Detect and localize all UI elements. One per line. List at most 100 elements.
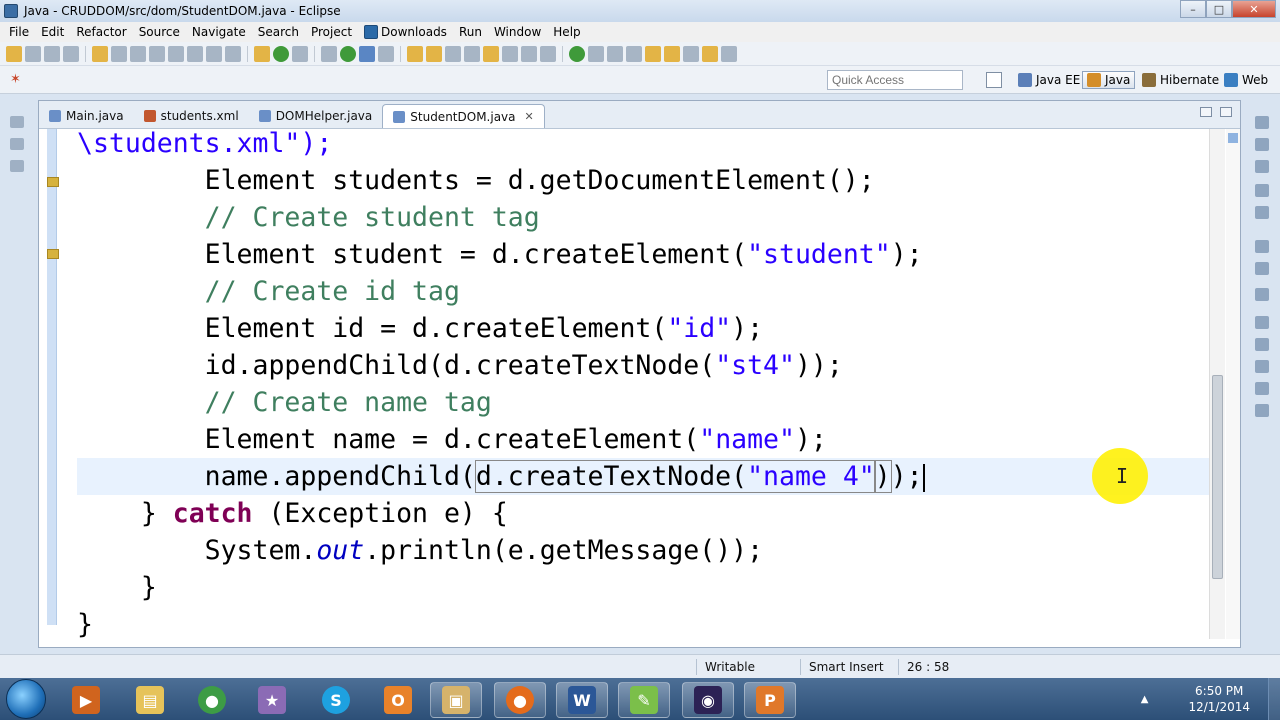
open-perspective-icon[interactable] <box>986 72 1002 88</box>
code-editor[interactable]: \students.xml"); Element students = d.ge… <box>77 129 1209 641</box>
gear-icon[interactable] <box>588 45 604 62</box>
hierarchy-icon[interactable] <box>10 160 24 172</box>
debug-icon[interactable] <box>321 45 337 62</box>
refresh-icon[interactable] <box>273 45 289 62</box>
taskbar-pdf[interactable]: P <box>744 682 796 718</box>
back-icon[interactable] <box>702 45 718 62</box>
pilcrow-icon[interactable] <box>540 45 556 62</box>
menu-edit[interactable]: Edit <box>35 25 70 39</box>
console-icon[interactable] <box>1255 382 1269 395</box>
maximize-button[interactable]: □ <box>1206 0 1232 18</box>
scrollbar-thumb[interactable] <box>1212 375 1223 579</box>
open-type-icon[interactable] <box>254 45 270 62</box>
menu-project[interactable]: Project <box>305 25 358 39</box>
menu-file[interactable]: File <box>3 25 35 39</box>
save-all-icon[interactable] <box>44 45 60 62</box>
tab-students-xml[interactable]: students.xml <box>134 104 249 128</box>
clock[interactable]: 6:50 PM 12/1/2014 <box>1188 683 1250 715</box>
task-list-icon[interactable] <box>1255 160 1269 173</box>
external-tools-icon[interactable] <box>378 45 394 62</box>
menu-downloads[interactable]: Downloads <box>358 25 453 39</box>
quick-access-input[interactable] <box>827 70 963 90</box>
minimize-button[interactable]: – <box>1180 0 1206 18</box>
pin-icon[interactable] <box>292 45 308 62</box>
outline-icon[interactable] <box>1255 138 1269 151</box>
step-over-icon[interactable] <box>206 45 222 62</box>
restore-icon[interactable] <box>1255 116 1269 129</box>
open-folder-icon[interactable] <box>407 45 423 62</box>
taskbar-notepad-plus[interactable]: ✎ <box>618 682 670 718</box>
new-java-class-icon[interactable] <box>426 45 442 62</box>
warning-marker-icon[interactable] <box>47 177 59 187</box>
close-button[interactable]: ✕ <box>1232 0 1276 18</box>
perspective-hibernate[interactable]: Hibernate <box>1138 71 1223 89</box>
package-explorer-icon[interactable] <box>10 138 24 150</box>
menu-navigate[interactable]: Navigate <box>186 25 252 39</box>
warning-marker-icon[interactable] <box>47 249 59 259</box>
vertical-scrollbar[interactable] <box>1209 129 1225 639</box>
taskbar-outlook[interactable]: O <box>372 682 424 718</box>
taskbar-word[interactable]: W <box>556 682 608 718</box>
run-icon[interactable] <box>340 45 356 62</box>
problems-icon[interactable] <box>1255 316 1269 329</box>
palette-icon[interactable] <box>1255 206 1269 219</box>
print-icon[interactable] <box>63 45 79 62</box>
minimize-view-icon[interactable] <box>1200 107 1212 117</box>
forward-icon[interactable] <box>721 45 737 62</box>
next-annotation-icon[interactable] <box>645 45 661 62</box>
restore-icon[interactable] <box>1255 288 1269 301</box>
perspective-java[interactable]: Java <box>1082 71 1136 89</box>
perspective-java-ee[interactable]: Java EE <box>1014 71 1084 89</box>
menu-source[interactable]: Source <box>133 25 186 39</box>
skip-icon[interactable] <box>111 45 127 62</box>
menu-search[interactable]: Search <box>252 25 305 39</box>
perspective-web[interactable]: Web <box>1220 71 1272 89</box>
menu-run[interactable]: Run <box>453 25 488 39</box>
connection-icon[interactable]: ✶ <box>10 72 24 87</box>
show-desktop-button[interactable] <box>1268 678 1280 720</box>
wrench-icon[interactable] <box>92 45 108 62</box>
search-tool-icon[interactable] <box>445 45 461 62</box>
restore-icon[interactable] <box>10 116 24 128</box>
restore-icon[interactable] <box>1255 184 1269 197</box>
stop-icon[interactable] <box>607 45 623 62</box>
maximize-view-icon[interactable] <box>1220 107 1232 117</box>
restore-icon[interactable] <box>1255 240 1269 253</box>
taskbar-firefox[interactable]: ● <box>494 682 546 718</box>
menu-help[interactable]: Help <box>547 25 586 39</box>
overview-marker[interactable] <box>1228 133 1238 143</box>
previous-annotation-icon[interactable] <box>664 45 680 62</box>
step-into-icon[interactable] <box>187 45 203 62</box>
last-edit-icon[interactable] <box>683 45 699 62</box>
bookmark-icon[interactable] <box>1255 262 1269 275</box>
taskbar-eclipse[interactable]: ◉ <box>682 682 734 718</box>
disconnect-icon[interactable] <box>168 45 184 62</box>
taskbar-game[interactable]: ★ <box>246 682 298 718</box>
taskbar-camtasia[interactable]: ▶ <box>60 682 112 718</box>
save-icon[interactable] <box>25 45 41 62</box>
start-button[interactable] <box>6 679 46 719</box>
taskbar-explorer[interactable]: ▤ <box>124 682 176 718</box>
terminate-icon[interactable] <box>149 45 165 62</box>
step-return-icon[interactable] <box>225 45 241 62</box>
taskbar-folder[interactable]: ▣ <box>430 682 482 718</box>
tray-expand-icon[interactable]: ▲ <box>1141 694 1149 705</box>
tab-studentdom-java[interactable]: StudentDOM.java ✕ <box>382 104 545 128</box>
block-selection-icon[interactable] <box>502 45 518 62</box>
annotation-icon[interactable] <box>464 45 480 62</box>
new-icon[interactable] <box>6 45 22 62</box>
tab-main-java[interactable]: Main.java <box>39 104 134 128</box>
hand-icon[interactable] <box>626 45 642 62</box>
coverage-icon[interactable] <box>359 45 375 62</box>
declaration-icon[interactable] <box>1255 360 1269 373</box>
javadoc-icon[interactable] <box>1255 338 1269 351</box>
show-whitespace-icon[interactable] <box>521 45 537 62</box>
menu-refactor[interactable]: Refactor <box>70 25 132 39</box>
tab-domhelper-java[interactable]: DOMHelper.java <box>249 104 383 128</box>
taskbar-chrome[interactable]: ● <box>186 682 238 718</box>
menu-window[interactable]: Window <box>488 25 547 39</box>
taskbar-skype[interactable]: S <box>310 682 362 718</box>
toggle-mark-occurrences-icon[interactable] <box>483 45 499 62</box>
suspend-icon[interactable] <box>130 45 146 62</box>
tab-close-icon[interactable]: ✕ <box>525 110 534 123</box>
